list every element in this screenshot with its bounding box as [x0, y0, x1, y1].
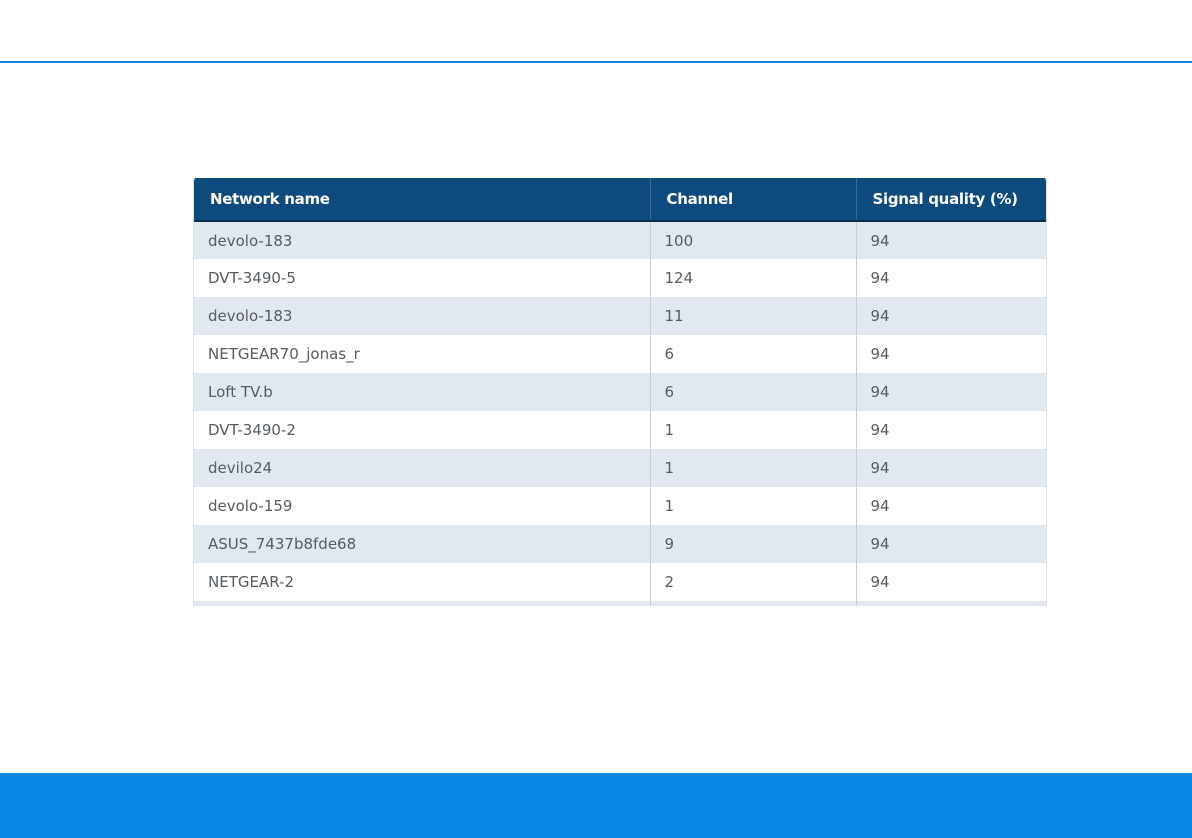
cell-network-name: DVT-3490-5 [194, 259, 650, 297]
cell-channel: 124 [649, 259, 856, 297]
cell-network-name: devolo-159 [194, 487, 650, 525]
cell-channel: 100 [649, 221, 856, 259]
table-row[interactable]: NETGEAR70_jonas_r 6 94 [194, 335, 1046, 373]
cell-channel: 1 [649, 487, 856, 525]
table-row[interactable]: ASUS_7437b8fde68 9 94 [194, 525, 1046, 563]
cell-signal-quality: 94 [855, 449, 1046, 487]
table-row-partial [194, 601, 1046, 606]
table-row[interactable]: DVT-3490-2 1 94 [194, 411, 1046, 449]
cell-network-name: devilo24 [194, 449, 650, 487]
table-row[interactable]: devolo-183 100 94 [194, 221, 1046, 259]
table-row[interactable]: devolo-159 1 94 [194, 487, 1046, 525]
cell-channel: 6 [649, 335, 856, 373]
cell-channel: 1 [649, 411, 856, 449]
cell-signal-quality: 94 [855, 221, 1046, 259]
cell-signal-quality: 94 [855, 373, 1046, 411]
table-row[interactable]: Loft TV.b 6 94 [194, 373, 1046, 411]
cell-signal-quality: 94 [855, 259, 1046, 297]
cell-signal-quality: 94 [855, 487, 1046, 525]
column-header-network-name[interactable]: Network name [194, 178, 650, 222]
column-header-signal-quality[interactable]: Signal quality (%) [855, 178, 1046, 222]
cell-signal-quality: 94 [855, 297, 1046, 335]
cell-channel: 6 [649, 373, 856, 411]
cell-network-name: NETGEAR70_jonas_r [194, 335, 650, 373]
cell-channel: 2 [649, 563, 856, 601]
cell-signal-quality: 94 [855, 563, 1046, 601]
cell-channel: 9 [649, 525, 856, 563]
table-row[interactable]: devilo24 1 94 [194, 449, 1046, 487]
cell-signal-quality: 94 [855, 411, 1046, 449]
cell-signal-quality: 94 [855, 335, 1046, 373]
cell-network-name: ASUS_7437b8fde68 [194, 525, 650, 563]
cell-network-name: DVT-3490-2 [194, 411, 650, 449]
cell-network-name: devolo-183 [194, 297, 650, 335]
header-divider [0, 61, 1192, 63]
cell-signal-quality: 94 [855, 525, 1046, 563]
cell-channel: 11 [649, 297, 856, 335]
column-header-channel[interactable]: Channel [649, 178, 856, 222]
cell-channel: 1 [649, 449, 856, 487]
cell-network-name: devolo-183 [194, 221, 650, 259]
table-cell-partial [194, 601, 650, 606]
wifi-networks-table: Network name Channel Signal quality (%) … [194, 178, 1046, 606]
wifi-networks-table-panel[interactable]: Network name Channel Signal quality (%) … [193, 178, 1047, 606]
table-row[interactable]: DVT-3490-5 124 94 [194, 259, 1046, 297]
table-row[interactable]: NETGEAR-2 2 94 [194, 563, 1046, 601]
footer-band [0, 773, 1192, 838]
table-body: devolo-183 100 94 DVT-3490-5 124 94 devolo-183… [194, 221, 1046, 606]
table-cell-partial [649, 601, 856, 606]
cell-network-name: NETGEAR-2 [194, 563, 650, 601]
cell-network-name: Loft TV.b [194, 373, 650, 411]
table-header-row: Network name Channel Signal quality (%) [194, 178, 1046, 222]
table-cell-partial [855, 601, 1046, 606]
table-row[interactable]: devolo-183 11 94 [194, 297, 1046, 335]
